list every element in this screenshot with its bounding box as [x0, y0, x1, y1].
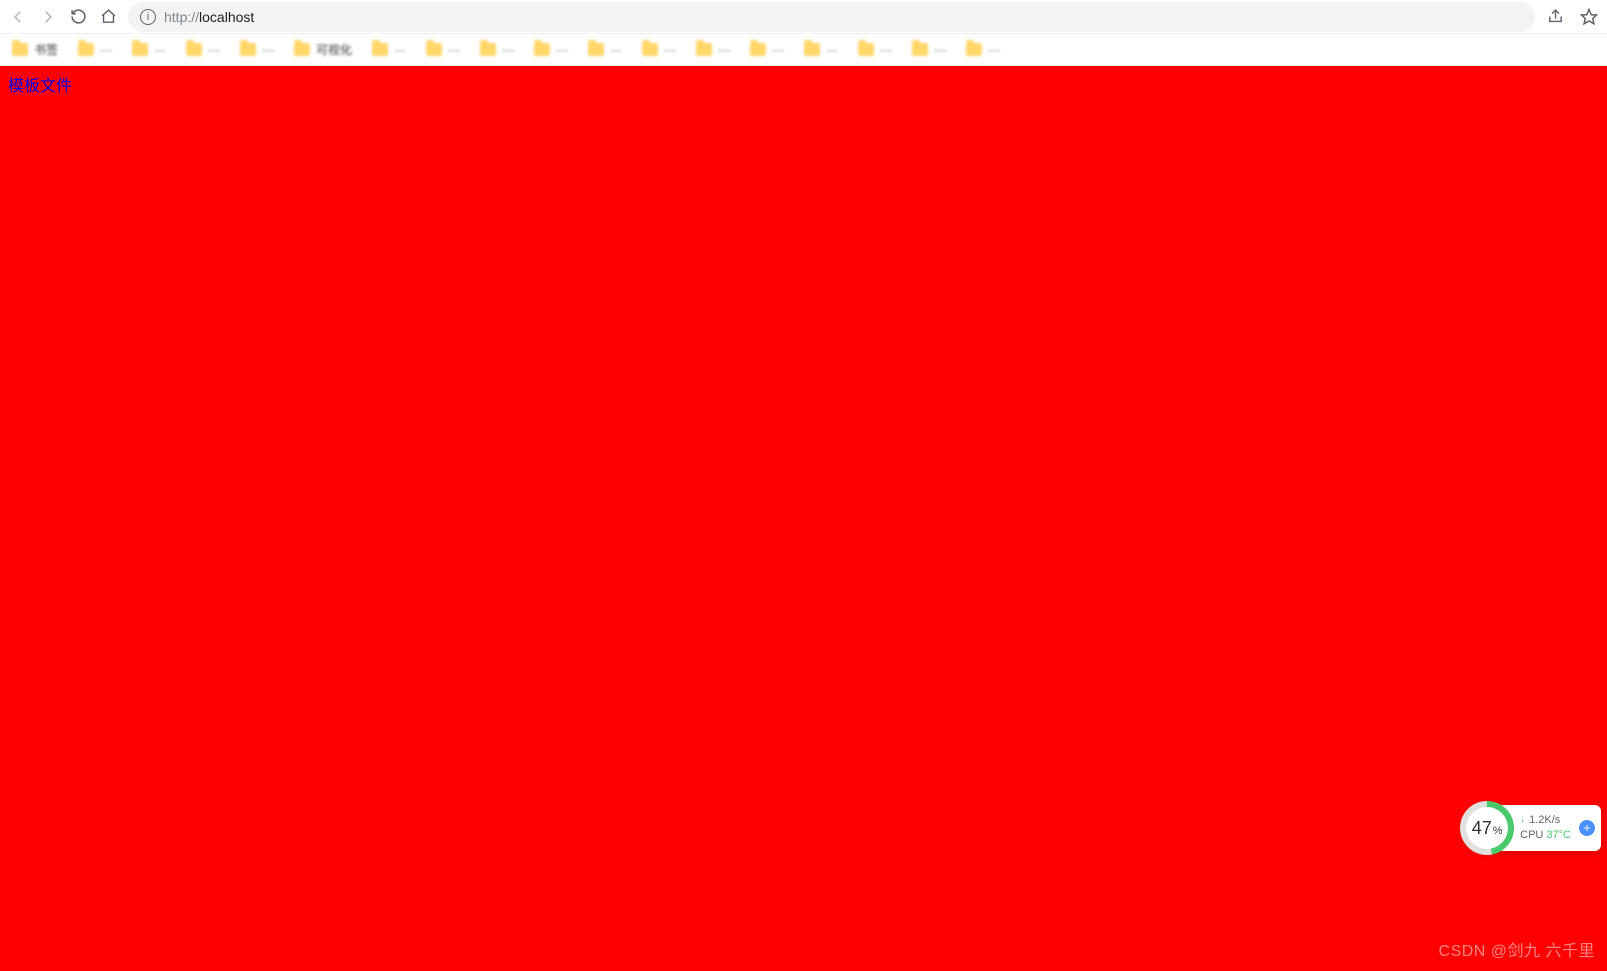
bookmark-item[interactable]: ···: [132, 43, 166, 57]
folder-icon: [966, 43, 982, 56]
bookmark-label: 可视化: [316, 41, 352, 58]
share-icon[interactable]: [1545, 7, 1565, 27]
bookmark-item[interactable]: ···: [804, 43, 838, 57]
bookmark-item[interactable]: ···: [966, 43, 1000, 57]
bookmark-item[interactable]: ···: [912, 43, 946, 57]
folder-icon: [588, 43, 604, 56]
sysmon-stats: ↓ 1.2K/s CPU 37°C: [1514, 813, 1579, 844]
folder-icon: [696, 43, 712, 56]
folder-icon: [858, 43, 874, 56]
bookmark-label: ···: [772, 43, 784, 57]
folder-icon: [804, 43, 820, 56]
bookmark-item[interactable]: ···: [588, 43, 622, 57]
watermark-text: CSDN @剑九 六千里: [1439, 937, 1595, 961]
bookmark-label: ···: [100, 43, 112, 57]
bookmark-label: ···: [880, 43, 892, 57]
bookmark-label: ···: [934, 43, 946, 57]
folder-icon: [186, 43, 202, 56]
folder-icon: [912, 43, 928, 56]
cpu-usage-ring: 47%: [1460, 801, 1514, 855]
system-monitor-widget[interactable]: 47% ↓ 1.2K/s CPU 37°C +: [1464, 805, 1601, 851]
url-scheme: http://: [164, 9, 199, 25]
bookmark-label: ···: [262, 43, 274, 57]
bookmark-label: ···: [664, 43, 676, 57]
percent-number: 47: [1472, 807, 1492, 849]
bookmark-label: ···: [718, 43, 730, 57]
bookmark-item[interactable]: ···: [78, 43, 112, 57]
cpu-label: CPU: [1520, 829, 1543, 841]
bookmark-label: ···: [988, 43, 1000, 57]
folder-icon: [132, 43, 148, 56]
bookmark-item[interactable]: ···: [642, 43, 676, 57]
bookmark-item[interactable]: ···: [696, 43, 730, 57]
bookmark-label: ···: [208, 43, 220, 57]
bookmark-item[interactable]: 书签: [12, 41, 58, 58]
page-content: 模板文件: [0, 66, 1607, 971]
expand-plus-icon[interactable]: +: [1579, 820, 1595, 836]
bookmark-item[interactable]: ···: [426, 43, 460, 57]
bookmark-label: ···: [394, 43, 406, 57]
toolbar-right-icons: [1545, 7, 1599, 27]
folder-icon: [372, 43, 388, 56]
address-bar[interactable]: i http://localhost: [128, 2, 1535, 32]
folder-icon: [480, 43, 496, 56]
folder-icon: [78, 43, 94, 56]
site-info-icon[interactable]: i: [140, 9, 156, 25]
bookmark-item[interactable]: ···: [240, 43, 274, 57]
browser-toolbar: i http://localhost: [0, 0, 1607, 34]
template-file-link[interactable]: 模板文件: [8, 72, 72, 96]
bookmark-star-icon[interactable]: [1579, 7, 1599, 27]
reload-button[interactable]: [68, 7, 88, 27]
home-button[interactable]: [98, 7, 118, 27]
folder-icon: [534, 43, 550, 56]
bookmark-item[interactable]: ···: [858, 43, 892, 57]
url-text: http://localhost: [164, 9, 254, 25]
folder-icon: [12, 43, 28, 56]
folder-icon: [642, 43, 658, 56]
net-speed-value: 1.2K/s: [1529, 813, 1560, 828]
bookmark-label: ···: [154, 43, 166, 57]
bookmark-item[interactable]: ···: [534, 43, 568, 57]
url-host: localhost: [199, 9, 254, 25]
percent-symbol: %: [1493, 810, 1503, 852]
bookmark-label: 书签: [34, 41, 58, 58]
bookmark-label: ···: [448, 43, 460, 57]
folder-icon: [294, 43, 310, 56]
network-speed: ↓ 1.2K/s: [1520, 813, 1571, 828]
bookmarks-bar: 书签 ··· ··· ··· ··· 可视化 ··· ··· ··· ··· ·…: [0, 34, 1607, 66]
folder-icon: [750, 43, 766, 56]
bookmark-label: ···: [556, 43, 568, 57]
cpu-temp-row: CPU 37°C: [1520, 828, 1571, 843]
back-button[interactable]: [8, 7, 28, 27]
bookmark-label: ···: [610, 43, 622, 57]
folder-icon: [426, 43, 442, 56]
bookmark-item[interactable]: ···: [750, 43, 784, 57]
bookmark-item[interactable]: ···: [480, 43, 514, 57]
cpu-temp-value: 37°C: [1546, 829, 1571, 841]
forward-button[interactable]: [38, 7, 58, 27]
bookmark-label: ···: [826, 43, 838, 57]
bookmark-label: ···: [502, 43, 514, 57]
bookmark-item[interactable]: ···: [186, 43, 220, 57]
folder-icon: [240, 43, 256, 56]
cpu-usage-value: 47%: [1466, 807, 1508, 849]
download-arrow-icon: ↓: [1520, 813, 1525, 827]
bookmark-item[interactable]: 可视化: [294, 41, 352, 58]
bookmark-item[interactable]: ···: [372, 43, 406, 57]
